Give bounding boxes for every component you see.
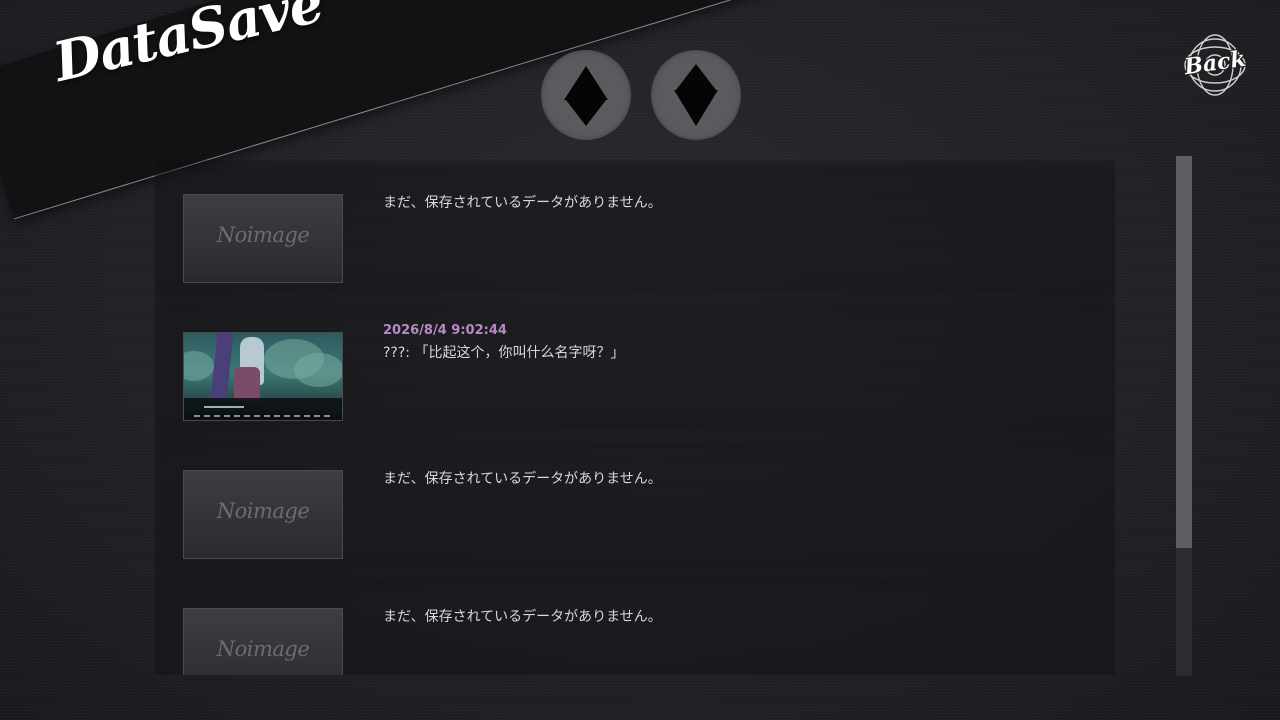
back-button[interactable]: Back: [1176, 28, 1254, 102]
scene-dialog-text: [204, 406, 244, 408]
noimage-label: Noimage: [216, 499, 310, 523]
arrow-up-icon: [564, 66, 608, 126]
save-slot-list: Noimage まだ、保存されているデータがありません。 2026/8/4 9:…: [155, 160, 1115, 675]
slot-thumbnail-image: [183, 332, 343, 421]
save-slot-4[interactable]: Noimage まだ、保存されているデータがありません。: [155, 584, 1115, 675]
noimage-label: Noimage: [216, 223, 310, 247]
slot-thumbnail-placeholder: Noimage: [183, 608, 343, 675]
scene-foliage: [294, 353, 342, 387]
scene-dialog-controls: [194, 415, 334, 417]
save-slot-2[interactable]: 2026/8/4 9:02:44 ???: 「比起这个，你叫什么名字呀？」: [155, 308, 1115, 426]
scene-trunk: [210, 333, 234, 401]
slot-thumbnail-placeholder: Noimage: [183, 194, 343, 283]
page-down-button[interactable]: [651, 50, 741, 140]
noimage-label: Noimage: [216, 637, 310, 661]
scrollbar-track[interactable]: [1176, 156, 1192, 676]
arrow-down-icon: [674, 64, 718, 126]
slot-thumbnail-placeholder: Noimage: [183, 470, 343, 559]
page-up-button[interactable]: [541, 50, 631, 140]
scrollbar-thumb[interactable]: [1176, 156, 1192, 548]
save-slot-3[interactable]: Noimage まだ、保存されているデータがありません。: [155, 446, 1115, 564]
scene-character-body: [234, 367, 260, 401]
save-slot-1[interactable]: Noimage まだ、保存されているデータがありません。: [155, 170, 1115, 288]
slot-empty-text: まだ、保存されているデータがありません。: [383, 609, 662, 625]
slot-empty-text: まだ、保存されているデータがありません。: [383, 471, 662, 487]
slot-empty-text: まだ、保存されているデータがありません。: [383, 195, 662, 211]
scene-foliage: [184, 351, 214, 381]
slot-message: ???: 「比起这个，你叫什么名字呀？」: [383, 345, 625, 361]
slot-date: 2026/8/4 9:02:44: [383, 323, 507, 338]
